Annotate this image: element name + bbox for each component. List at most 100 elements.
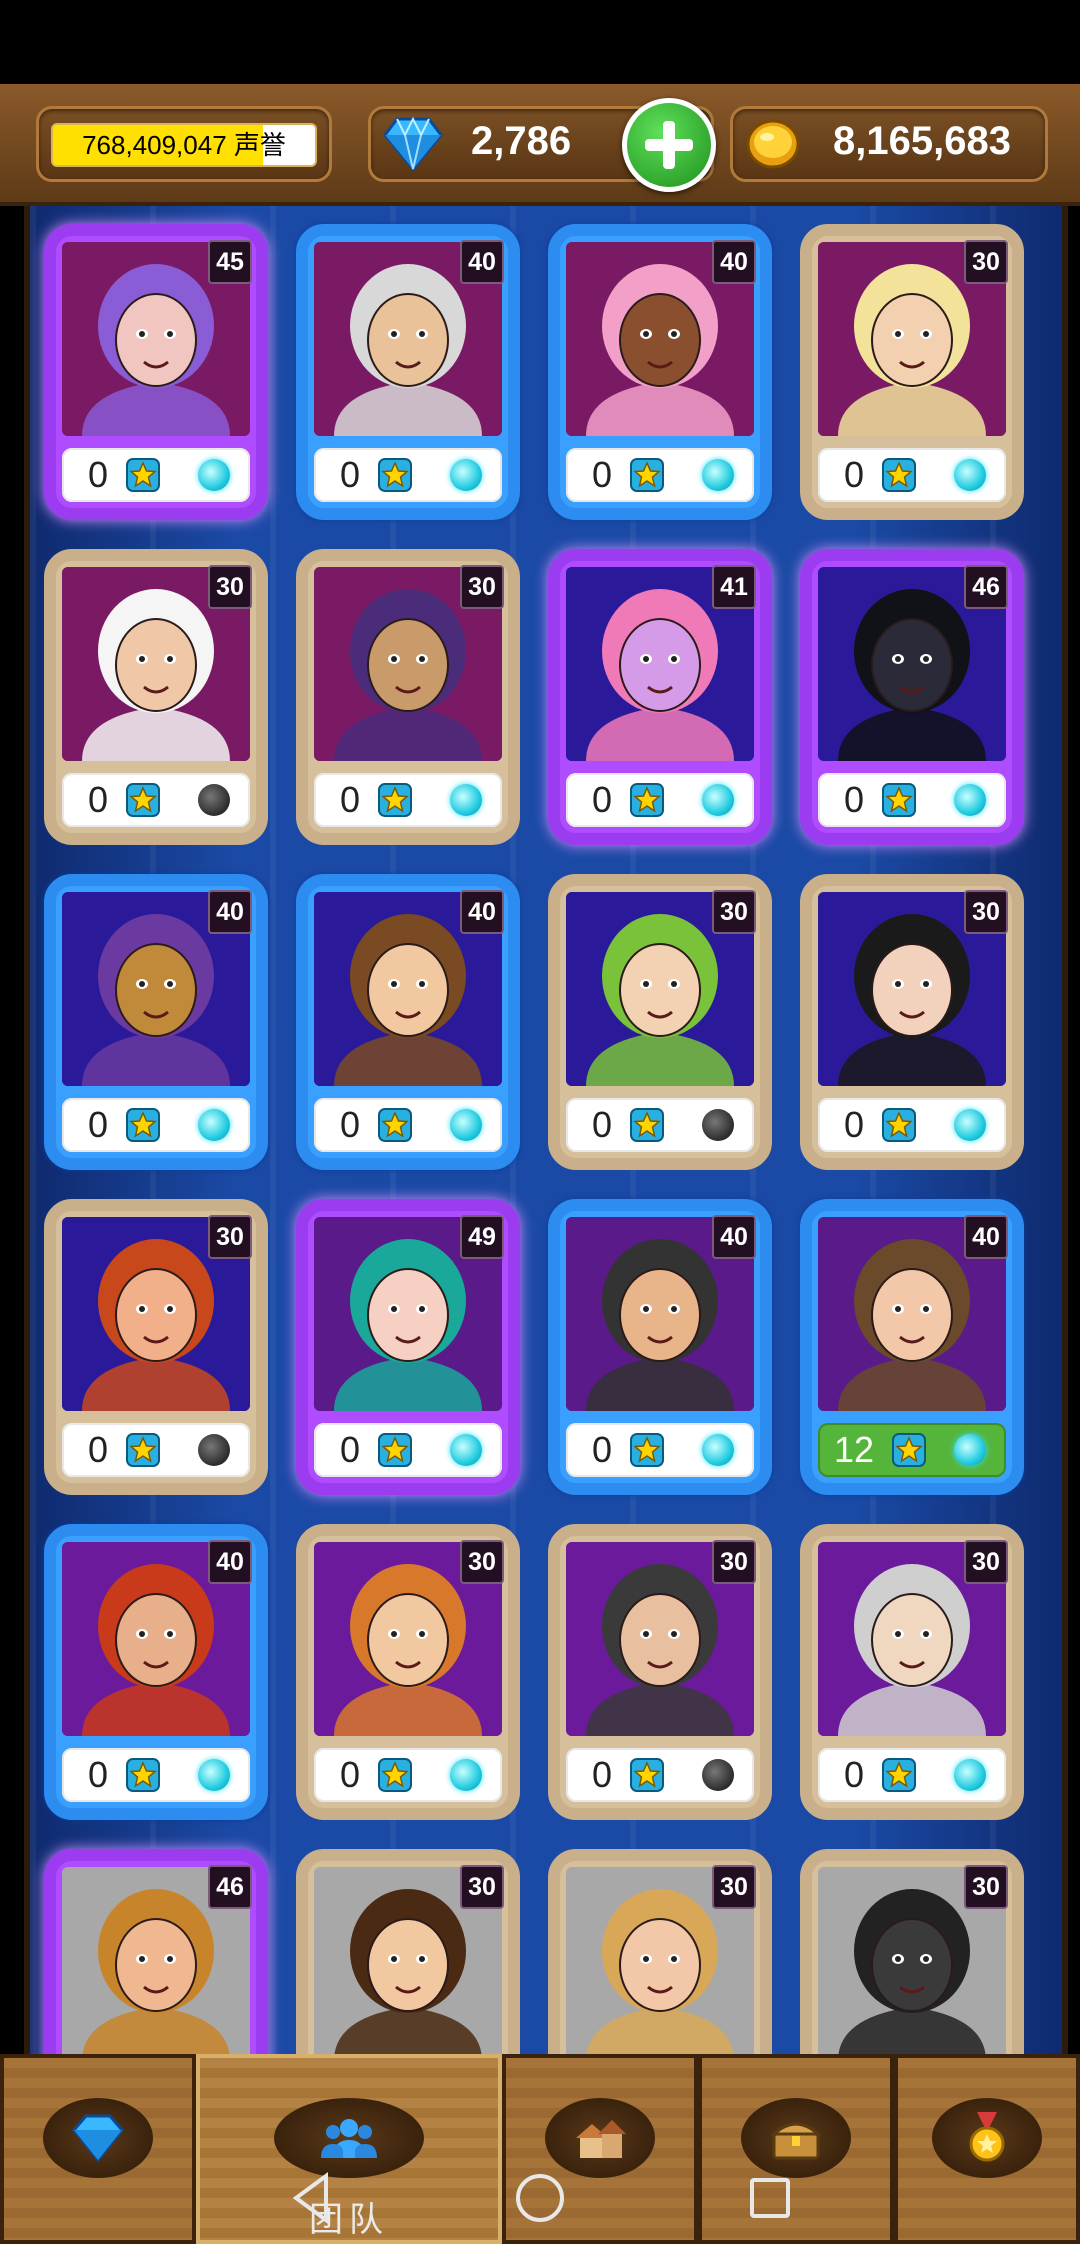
hero-stars-bar: 0 [566, 1748, 754, 1802]
hero-level: 30 [964, 890, 1008, 934]
hero-level: 46 [208, 1865, 252, 1909]
status-indicator-active [450, 784, 482, 816]
diamond-icon [383, 116, 443, 172]
diamond-icon [72, 2114, 124, 2163]
hero-card[interactable]: 300 [44, 549, 268, 845]
status-indicator-active [702, 459, 734, 491]
hero-level: 30 [964, 240, 1008, 284]
hero-card[interactable]: 460 [44, 1849, 268, 2056]
stars-count: 0 [592, 454, 613, 495]
stars-count: 0 [844, 779, 865, 820]
top-resource-bar: 768,409,047 声誉 2,786 8,165,683 [0, 84, 1080, 206]
renown-progress-bar: 768,409,047 声誉 [51, 123, 317, 167]
hero-level: 46 [964, 565, 1008, 609]
hero-stars-bar: 0 [314, 448, 502, 502]
hero-card[interactable]: 300 [296, 549, 520, 845]
gold-coin-icon [746, 119, 800, 169]
stars-count: 0 [592, 1754, 613, 1795]
status-indicator-active [198, 1759, 230, 1791]
hero-stars-bar: 0 [62, 1423, 250, 1477]
hero-card[interactable]: 40 0 [296, 874, 520, 1170]
star-icon [630, 1758, 664, 1792]
hero-stars-bar: 0 [62, 1098, 250, 1152]
star-icon [126, 1758, 160, 1792]
hero-level: 30 [964, 1540, 1008, 1584]
hero-card[interactable]: 30 0 [548, 1524, 772, 1820]
hero-stars-bar: 0 [62, 1748, 250, 1802]
hero-card[interactable]: 300 [548, 1849, 772, 2056]
home-icon[interactable] [510, 2168, 570, 2228]
star-icon [630, 458, 664, 492]
status-indicator-active [450, 1759, 482, 1791]
hero-card[interactable]: 30 0 [800, 874, 1024, 1170]
hero-stars-bar: 0 [566, 1098, 754, 1152]
buy-gems-button[interactable] [622, 98, 716, 192]
status-indicator-active [450, 1434, 482, 1466]
hero-card[interactable]: 300 [296, 1849, 520, 2056]
team-icon [321, 2119, 377, 2158]
star-icon [126, 1108, 160, 1142]
hero-card[interactable]: 300 [44, 1199, 268, 1495]
hero-card[interactable]: 40 0 [296, 224, 520, 520]
hero-level: 30 [712, 1865, 756, 1909]
stars-count: 0 [844, 454, 865, 495]
stars-count: 0 [88, 454, 109, 495]
star-icon [630, 1433, 664, 1467]
hero-card[interactable]: 40 0 [44, 874, 268, 1170]
hero-card[interactable]: 49 0 [296, 1199, 520, 1495]
hero-level: 40 [964, 1215, 1008, 1259]
hero-level: 45 [208, 240, 252, 284]
star-icon [378, 1433, 412, 1467]
hero-level: 40 [208, 1540, 252, 1584]
stars-count: 0 [88, 1429, 109, 1470]
back-icon[interactable] [282, 2168, 342, 2228]
recents-icon[interactable] [740, 2168, 800, 2228]
hero-stars-bar: 0 [62, 448, 250, 502]
hero-level: 30 [460, 565, 504, 609]
renown-value: 768,409,047 [82, 130, 227, 160]
hero-level: 30 [712, 1540, 756, 1584]
hero-level: 40 [208, 890, 252, 934]
status-indicator-active [198, 1109, 230, 1141]
stars-count: 0 [592, 779, 613, 820]
star-icon [630, 1108, 664, 1142]
gold-counter[interactable]: 8,165,683 [730, 106, 1048, 182]
star-icon [892, 1433, 926, 1467]
stars-count: 0 [844, 1104, 865, 1145]
renown-counter[interactable]: 768,409,047 声誉 [36, 106, 332, 182]
hero-stars-bar: 0 [566, 448, 754, 502]
hero-stars-bar: 12 [818, 1423, 1006, 1477]
stars-count: 0 [340, 454, 361, 495]
stars-count: 0 [592, 1429, 613, 1470]
hero-card[interactable]: 46 0 [800, 549, 1024, 845]
status-indicator-active [450, 459, 482, 491]
hero-level: 41 [712, 565, 756, 609]
nav-tab-diamond[interactable] [0, 2054, 196, 2244]
hero-stars-bar: 0 [314, 1423, 502, 1477]
renown-label: 声誉 [233, 130, 286, 160]
status-indicator-active [954, 784, 986, 816]
treasure-chest-icon [770, 2122, 822, 2160]
hero-stars-bar: 0 [62, 773, 250, 827]
nav-tab-team[interactable]: 团队 [196, 2054, 502, 2244]
hero-card[interactable]: 45 0 [44, 224, 268, 520]
hero-card[interactable]: 40 0 [548, 1199, 772, 1495]
hero-card[interactable]: 30 0 [548, 874, 772, 1170]
hero-card[interactable]: 300 [800, 1524, 1024, 1820]
hero-card[interactable]: 41 0 [548, 549, 772, 845]
hero-card[interactable]: 30 0 [800, 224, 1024, 520]
hero-level: 30 [712, 890, 756, 934]
hero-card[interactable]: 40 0 [44, 1524, 268, 1820]
hero-card[interactable]: 40 12 [800, 1199, 1024, 1495]
stars-count: 0 [88, 779, 109, 820]
status-indicator-inactive [702, 1759, 734, 1791]
hero-card[interactable]: 300 [296, 1524, 520, 1820]
hero-card[interactable]: 40 0 [548, 224, 772, 520]
star-icon [378, 458, 412, 492]
status-indicator-active [198, 459, 230, 491]
stars-count: 0 [340, 1754, 361, 1795]
nav-tab-medal[interactable] [894, 2054, 1080, 2244]
nav-tab-label: 团队 [309, 2201, 389, 2239]
hero-roster-grid[interactable]: 45 0 40 0 40 0 30 0 30 0 30 0 41 0 46 0 40 0 40 0 30 0 30 0 30 0 4… [24, 206, 1068, 2056]
hero-card[interactable]: 300 [800, 1849, 1024, 2056]
